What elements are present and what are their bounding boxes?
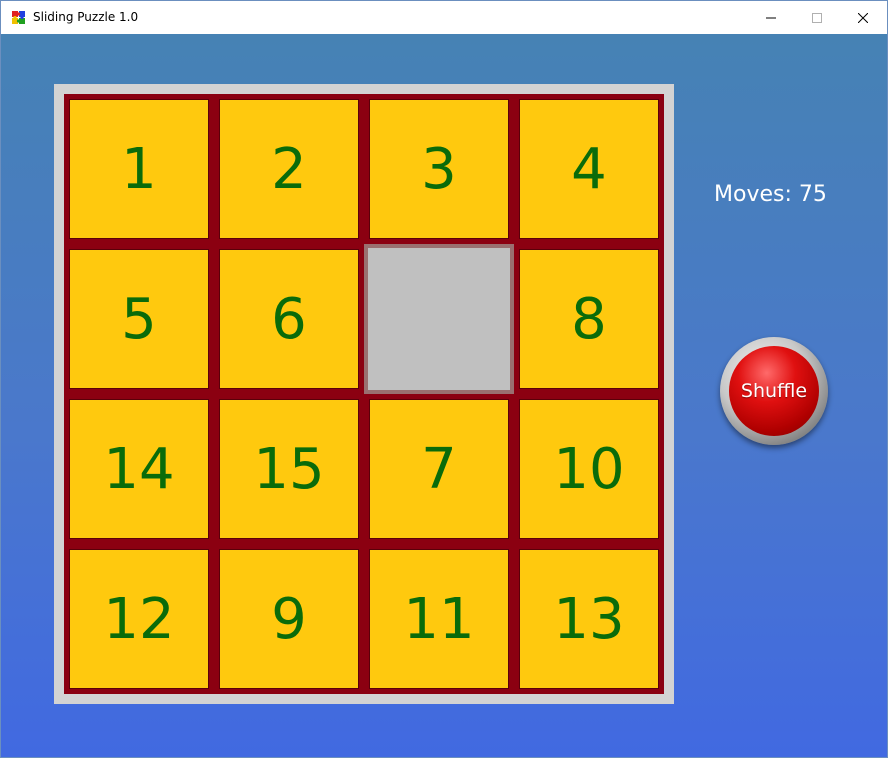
tile-number: 8 (571, 286, 607, 352)
shuffle-button[interactable]: Shuffle (720, 337, 828, 445)
maximize-button[interactable] (794, 1, 840, 34)
puzzle-tile[interactable]: 14 (64, 394, 214, 544)
puzzle-tile[interactable]: 4 (514, 94, 664, 244)
tile-number: 12 (103, 586, 175, 652)
puzzle-tile[interactable]: 5 (64, 244, 214, 394)
tile-number: 10 (553, 436, 625, 502)
tile-number: 9 (271, 586, 307, 652)
tile-number: 5 (121, 286, 157, 352)
shuffle-label: Shuffle (740, 380, 808, 402)
puzzle-tile[interactable]: 10 (514, 394, 664, 544)
window-title: Sliding Puzzle 1.0 (33, 10, 139, 24)
puzzle-icon (12, 11, 25, 24)
puzzle-tile[interactable]: 2 (214, 94, 364, 244)
tile-number: 14 (103, 436, 175, 502)
puzzle-tile[interactable]: 13 (514, 544, 664, 694)
puzzle-tile[interactable]: 7 (364, 394, 514, 544)
puzzle-tile[interactable]: 15 (214, 394, 364, 544)
tile-number: 6 (271, 286, 307, 352)
shuffle-button-face[interactable]: Shuffle (729, 346, 819, 436)
maximize-icon (812, 12, 822, 23)
puzzle-tile[interactable]: 1 (64, 94, 214, 244)
game-area: 1 2 3 4 5 6 8 14 15 7 10 12 9 11 13 Moves: 75 Shuffle (1, 34, 887, 757)
title-bar[interactable]: Sliding Puzzle 1.0 (1, 1, 887, 34)
puzzle-tile[interactable]: 12 (64, 544, 214, 694)
close-button[interactable] (840, 1, 886, 34)
puzzle-tile[interactable]: 11 (364, 544, 514, 694)
minimize-button[interactable] (748, 1, 794, 34)
puzzle-tile[interactable]: 8 (514, 244, 664, 394)
puzzle-tile[interactable]: 3 (364, 94, 514, 244)
tile-number: 11 (403, 586, 475, 652)
moves-counter: Moves: 75 (714, 182, 827, 207)
minimize-icon (766, 17, 776, 18)
tile-number: 2 (271, 136, 307, 202)
puzzle-tile[interactable]: 6 (214, 244, 364, 394)
puzzle-board: 1 2 3 4 5 6 8 14 15 7 10 12 9 11 13 (54, 84, 674, 704)
app-window: Sliding Puzzle 1.0 1 2 3 4 5 6 8 14 15 7 10 12 9 11 13… (0, 0, 888, 758)
empty-slot (364, 244, 514, 394)
tile-number: 7 (421, 436, 457, 502)
tile-number: 3 (421, 136, 457, 202)
tile-number: 1 (121, 136, 157, 202)
tile-number: 13 (553, 586, 625, 652)
tile-number: 4 (571, 136, 607, 202)
puzzle-tile[interactable]: 9 (214, 544, 364, 694)
close-icon (858, 12, 868, 23)
tile-number: 15 (253, 436, 325, 502)
